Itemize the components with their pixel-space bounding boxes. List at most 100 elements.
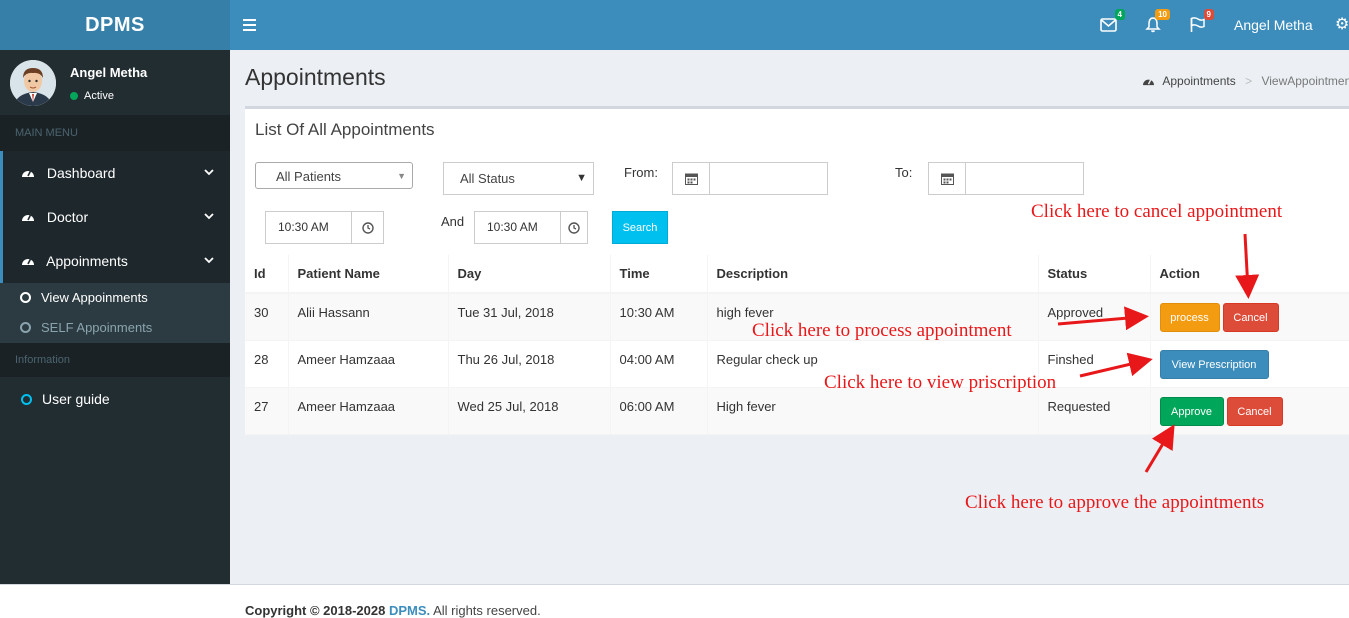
and-label: And (441, 214, 465, 229)
caret-down-icon: ▼ (576, 172, 587, 184)
cell-status: Requested (1038, 387, 1151, 435)
breadcrumb-separator: > (1245, 74, 1253, 88)
cell-time: 04:00 AM (610, 340, 708, 388)
menu-icon[interactable] (243, 14, 259, 36)
arrow-approve (1144, 424, 1175, 473)
copyright: Copyright © 2018-2028 DPMS. All rights r… (245, 603, 541, 618)
cell-action: Approve Cancel (1150, 387, 1349, 435)
annotation-approve: Click here to approve the appointments (965, 492, 1265, 513)
caret-down-icon: ▼ (397, 171, 406, 181)
table-row: 28 Ameer Hamzaaa Thu 26 Jul, 2018 04:00 … (245, 340, 1349, 388)
chevron-down-icon (204, 195, 214, 239)
sidebar: Angel Metha Active MAIN MENU Dashboard D… (0, 50, 230, 584)
sidebar-item-label: Appoinments (46, 253, 128, 269)
annotation-prescription: Click here to view priscription (824, 372, 1057, 393)
dashboard-icon (21, 152, 35, 196)
process-button[interactable]: process (1159, 303, 1220, 332)
breadcrumb-home-link[interactable]: Appointments (1162, 74, 1235, 88)
copyright-prefix: Copyright © 2018-2028 (245, 603, 386, 618)
app-logo[interactable]: DPMS (0, 0, 230, 50)
sidebar-user-name: Angel Metha (70, 65, 148, 80)
column-header-day: Day (448, 255, 611, 294)
notifications-button[interactable]: 10 (1145, 9, 1170, 36)
information-header: Information (0, 343, 230, 377)
status-select[interactable]: All Status ▼ (443, 162, 594, 195)
sidebar-item-user-guide[interactable]: User guide (0, 377, 230, 421)
notifications-badge: 10 (1155, 9, 1170, 20)
circle-icon (20, 292, 31, 303)
sidebar-item-label: User guide (42, 391, 110, 407)
search-button[interactable]: Search (612, 211, 668, 244)
copyright-suffix: All rights reserved. (433, 603, 541, 618)
clock-icon[interactable] (351, 211, 384, 244)
cell-id: 27 (245, 387, 289, 435)
footer-brand-link[interactable]: DPMS. (389, 603, 430, 618)
time-to-input[interactable]: 10:30 AM (474, 211, 562, 244)
status-select-value: All Status (460, 171, 515, 186)
circle-icon (21, 394, 32, 405)
tasks-badge: 9 (1203, 9, 1214, 20)
cell-action: View Prescription (1150, 340, 1349, 388)
dashboard-icon (1142, 74, 1155, 88)
to-date-input[interactable] (965, 162, 1084, 195)
cell-time: 06:00 AM (610, 387, 708, 435)
sidebar-item-label: Dashboard (46, 165, 116, 181)
sidebar-item-doctor[interactable]: Doctor (0, 195, 230, 239)
clock-icon[interactable] (560, 211, 588, 244)
sidebar-subitem-self-appoinments[interactable]: SELF Appoinments (0, 313, 230, 343)
sidebar-item-dashboard[interactable]: Dashboard (0, 151, 230, 195)
envelope-icon (1100, 18, 1117, 32)
top-navbar: DPMS 4 10 9 Angel Metha ⚙ (0, 0, 1349, 50)
approve-button[interactable]: Approve (1159, 396, 1224, 426)
column-header-id: Id (245, 255, 289, 294)
from-date-input[interactable] (709, 162, 828, 195)
messages-button[interactable]: 4 (1100, 9, 1125, 36)
user-menu[interactable]: Angel Metha (1234, 0, 1313, 50)
avatar (10, 60, 56, 106)
user-panel: Angel Metha Active (0, 50, 230, 115)
sidebar-subitem-view-appoinments[interactable]: View Appoinments (0, 283, 230, 313)
patient-select[interactable]: All Patients ▼ (255, 162, 413, 189)
page-title: Appointments (245, 64, 386, 90)
breadcrumb: Appointments > ViewAppointments (1142, 74, 1349, 88)
appointments-table: Id Patient Name Day Time Description Sta… (245, 255, 1349, 435)
sidebar-item-appoinments[interactable]: Appoinments (0, 239, 230, 283)
cell-status: Approved (1038, 293, 1151, 341)
annotation-process: Click here to process appointment (752, 320, 1012, 341)
column-header-action: Action (1150, 255, 1349, 294)
sidebar-item-label: Doctor (46, 209, 89, 225)
tasks-button[interactable]: 9 (1189, 9, 1214, 36)
calendar-icon[interactable] (672, 162, 710, 195)
dashboard-icon (21, 196, 35, 240)
appoinments-submenu: View Appoinments SELF Appoinments (0, 283, 230, 343)
cell-id: 28 (245, 340, 289, 388)
breadcrumb-current: ViewAppointments (1261, 74, 1349, 88)
user-status-label: Active (84, 90, 114, 102)
column-header-patient-name: Patient Name (288, 255, 449, 294)
column-header-status: Status (1038, 255, 1151, 294)
cell-patient: Ameer Hamzaaa (288, 387, 449, 435)
cancel-button[interactable]: Cancel (1226, 396, 1283, 426)
sidebar-subitem-label: SELF Appoinments (41, 320, 153, 335)
main-menu-header: MAIN MENU (0, 115, 230, 151)
dashboard-icon (21, 240, 35, 284)
user-status: Active (70, 90, 114, 102)
chevron-down-icon (204, 151, 214, 195)
cancel-button[interactable]: Cancel (1222, 303, 1279, 332)
view-prescription-button[interactable]: View Prescription (1159, 349, 1269, 379)
from-label: From: (624, 165, 658, 180)
calendar-icon[interactable] (928, 162, 966, 195)
circle-icon (20, 322, 31, 333)
cell-description: High fever (707, 387, 1039, 435)
gears-icon[interactable]: ⚙ (1335, 16, 1349, 34)
to-label: To: (895, 165, 913, 180)
time-from-input[interactable]: 10:30 AM (265, 211, 353, 244)
table-header-row: Id Patient Name Day Time Description Sta… (245, 255, 1349, 294)
footer: Copyright © 2018-2028 DPMS. All rights r… (0, 584, 1349, 618)
cell-day: Wed 25 Jul, 2018 (448, 387, 611, 435)
cell-time: 10:30 AM (610, 293, 708, 341)
status-dot-icon (70, 92, 78, 100)
annotation-cancel: Click here to cancel appointment (1031, 201, 1283, 222)
cell-id: 30 (245, 293, 289, 341)
cell-day: Thu 26 Jul, 2018 (448, 340, 611, 388)
